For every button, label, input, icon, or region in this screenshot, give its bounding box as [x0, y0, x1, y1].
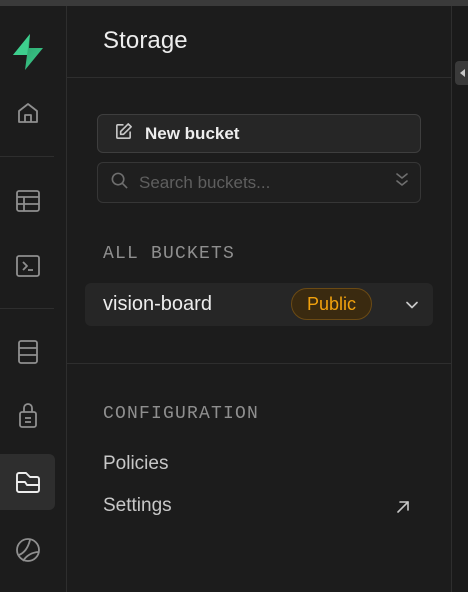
- page-title: Storage: [103, 27, 188, 54]
- sort-chevrons-icon[interactable]: [394, 171, 410, 194]
- chevron-left-icon: [459, 69, 465, 77]
- database-icon[interactable]: [0, 324, 55, 380]
- storage-menu-panel: Storage New bucket ALL BUCKETS vision: [67, 6, 451, 592]
- home-icon[interactable]: [0, 85, 55, 141]
- all-buckets-heading: ALL BUCKETS: [103, 244, 236, 264]
- bucket-name: vision-board: [103, 293, 212, 315]
- table-editor-icon[interactable]: [0, 173, 55, 229]
- realtime-icon[interactable]: [0, 522, 55, 578]
- search-icon: [110, 171, 129, 195]
- menu-item-settings[interactable]: Settings: [103, 495, 172, 517]
- collapse-panel-button[interactable]: [455, 61, 468, 85]
- supabase-logo-icon[interactable]: [0, 24, 55, 80]
- auth-lock-icon[interactable]: [0, 388, 55, 444]
- search-field[interactable]: [97, 162, 421, 203]
- content-area-edge: [451, 6, 468, 592]
- edit-icon: [114, 122, 133, 146]
- panel-header: Storage: [67, 6, 451, 78]
- storage-icon[interactable]: [0, 454, 55, 510]
- menu-item-policies[interactable]: Policies: [103, 453, 168, 475]
- external-link-icon: [395, 499, 411, 520]
- rail-divider: [0, 308, 54, 309]
- new-bucket-button[interactable]: New bucket: [97, 114, 421, 153]
- sql-editor-icon[interactable]: [0, 238, 55, 294]
- rail-divider: [0, 156, 54, 157]
- section-divider: [67, 363, 451, 364]
- public-badge: Public: [291, 288, 373, 320]
- configuration-heading: CONFIGURATION: [103, 404, 260, 424]
- search-input[interactable]: [139, 172, 394, 193]
- bucket-item[interactable]: vision-board Public: [85, 283, 433, 326]
- chevron-down-icon[interactable]: [405, 297, 419, 315]
- new-bucket-label: New bucket: [145, 123, 240, 143]
- icon-sidebar: [0, 6, 67, 592]
